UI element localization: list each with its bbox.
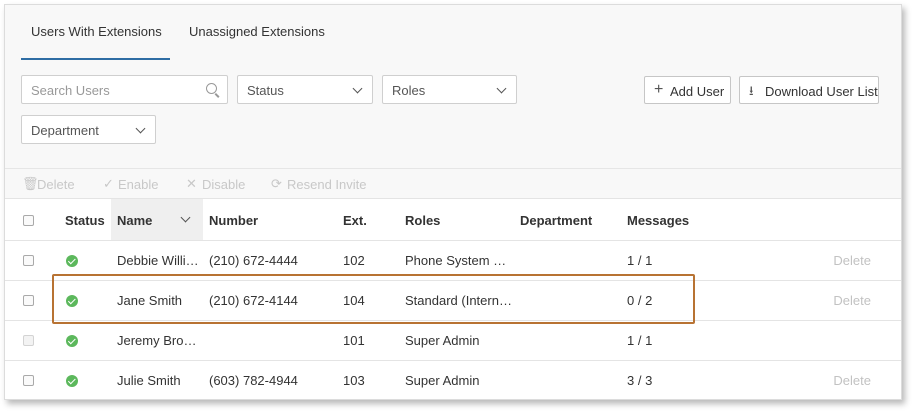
column-name[interactable]: Name (117, 213, 152, 228)
user-name[interactable]: Jeremy Bro… (117, 333, 196, 348)
plus-icon: + (654, 81, 664, 98)
row-checkbox[interactable] (23, 295, 34, 306)
refresh-icon: ⟳ (271, 176, 282, 191)
row-checkbox (23, 335, 34, 346)
user-ext: 102 (343, 253, 365, 268)
chevron-down-icon (135, 123, 146, 134)
bulk-enable-button[interactable]: Enable (118, 177, 158, 192)
user-roles: Super Admin (405, 373, 480, 388)
row-checkbox[interactable] (23, 255, 34, 266)
user-name[interactable]: Debbie Willi… (117, 253, 199, 268)
table-header-row: Status Name Number Ext. Roles Department… (5, 198, 901, 241)
add-user-label: Add User (670, 84, 725, 99)
chevron-down-icon (496, 83, 507, 94)
column-status[interactable]: Status (65, 213, 105, 228)
bulk-resend-invite-button[interactable]: Resend Invite (287, 177, 367, 192)
user-messages: 3 / 3 (627, 373, 653, 388)
search-icon (206, 83, 217, 94)
user-messages: 0 / 2 (627, 293, 653, 308)
table-row[interactable]: Jane Smith (210) 672-4144 104 Standard (… (5, 280, 901, 321)
table-row[interactable]: Jeremy Bro… 101 Super Admin 1 / 1 (5, 320, 901, 361)
column-ext[interactable]: Ext. (343, 213, 367, 228)
user-name[interactable]: Jane Smith (117, 293, 182, 308)
close-icon: ✕ (186, 176, 197, 191)
user-roles: Phone System … (405, 253, 507, 268)
tab-users-with-extensions[interactable]: Users With Extensions (21, 24, 170, 60)
check-icon: ✓ (103, 176, 114, 191)
row-delete-link[interactable]: Delete (833, 373, 871, 388)
download-user-list-button[interactable]: ⭳ Download User List (739, 76, 879, 104)
add-user-button[interactable]: + Add User (644, 76, 731, 104)
status-ok-icon (66, 375, 78, 387)
status-ok-icon (66, 295, 78, 307)
user-number: (210) 672-4144 (209, 293, 298, 308)
user-messages: 1 / 1 (627, 333, 653, 348)
bulk-delete-button[interactable]: Delete (37, 177, 75, 192)
status-ok-icon (66, 335, 78, 347)
table-row[interactable]: Debbie Willi… (210) 672-4444 102 Phone S… (5, 240, 901, 281)
column-number[interactable]: Number (209, 213, 258, 228)
select-all-checkbox[interactable] (23, 215, 34, 226)
user-ext: 104 (343, 293, 365, 308)
row-delete-link[interactable]: Delete (833, 293, 871, 308)
roles-select[interactable]: Roles (382, 75, 517, 104)
column-messages[interactable]: Messages (627, 213, 689, 228)
tab-bar: Users With Extensions Unassigned Extensi… (5, 5, 901, 60)
department-select[interactable]: Department (21, 115, 156, 144)
user-name[interactable]: Julie Smith (117, 373, 181, 388)
row-checkbox[interactable] (23, 375, 34, 386)
status-ok-icon (66, 255, 78, 267)
search-placeholder: Search Users (31, 83, 110, 98)
tab-unassigned-extensions[interactable]: Unassigned Extensions (189, 24, 325, 39)
download-icon: ⭳ (749, 83, 754, 98)
table-row[interactable]: Julie Smith (603) 782-4944 103 Super Adm… (5, 360, 901, 399)
user-ext: 103 (343, 373, 365, 388)
column-roles[interactable]: Roles (405, 213, 440, 228)
user-ext: 101 (343, 333, 365, 348)
user-roles: Standard (Intern… (405, 293, 512, 308)
user-roles: Super Admin (405, 333, 480, 348)
chevron-down-icon (352, 83, 363, 94)
status-select[interactable]: Status (237, 75, 373, 104)
bulk-disable-button[interactable]: Disable (202, 177, 245, 192)
roles-select-label: Roles (392, 83, 426, 98)
bulk-action-bar: 🗑 Delete ✓ Enable ✕ Disable ⟳ Resend Inv… (5, 168, 901, 199)
column-department[interactable]: Department (520, 213, 592, 228)
user-number: (603) 782-4944 (209, 373, 298, 388)
row-delete-link[interactable]: Delete (833, 253, 871, 268)
department-select-label: Department (31, 123, 99, 138)
search-input[interactable]: Search Users (21, 75, 228, 104)
download-user-list-label: Download User List (765, 84, 878, 99)
status-select-label: Status (247, 83, 284, 98)
user-number: (210) 672-4444 (209, 253, 298, 268)
user-messages: 1 / 1 (627, 253, 653, 268)
user-management-panel: Users With Extensions Unassigned Extensi… (4, 4, 902, 400)
